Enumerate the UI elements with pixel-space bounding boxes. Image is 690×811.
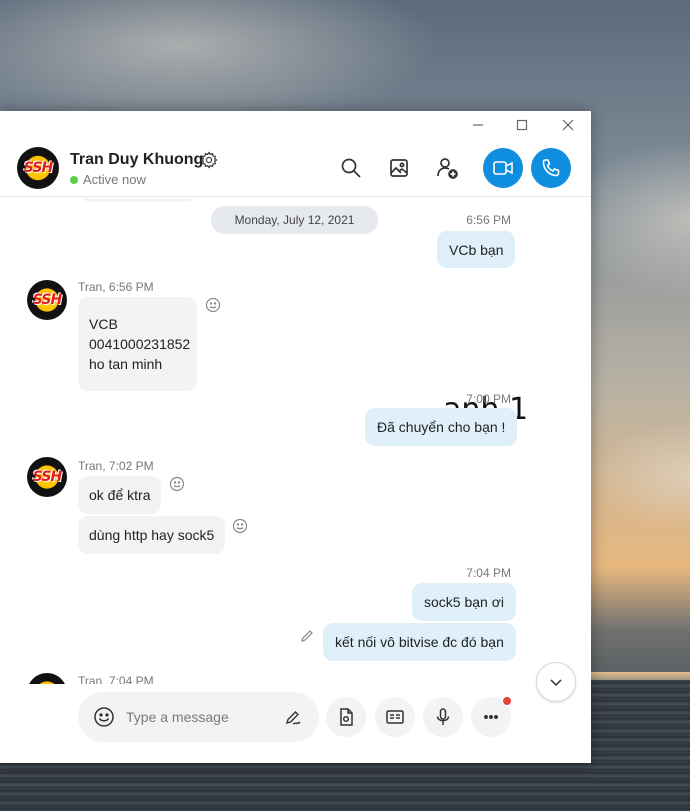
- online-dot-icon: [70, 175, 78, 184]
- incoming-message-bubble[interactable]: ok để ktra: [78, 476, 162, 514]
- notification-dot: [502, 696, 512, 706]
- edit-pencil-icon[interactable]: [299, 628, 315, 644]
- conversation-header: SSH Tran Duy Khuong Active now: [0, 139, 591, 197]
- message-composer: [0, 691, 591, 763]
- add-reaction-icon[interactable]: [169, 476, 185, 492]
- message-line: VCB: [89, 316, 118, 332]
- voice-call-button[interactable]: [531, 148, 571, 188]
- avatar[interactable]: SSH: [17, 147, 59, 189]
- title-bar: [0, 111, 591, 139]
- file-icon: [340, 708, 353, 726]
- message-line: ho tan minh: [89, 356, 163, 372]
- add-reaction-icon[interactable]: [205, 297, 221, 313]
- previous-message-bubble: [80, 198, 196, 202]
- handwriting-icon[interactable]: [283, 707, 303, 732]
- maximize-button[interactable]: [510, 115, 534, 135]
- emoji-icon[interactable]: [93, 706, 115, 733]
- incoming-message-bubble[interactable]: dùng http hay sock5: [78, 516, 226, 554]
- add-person-icon[interactable]: [434, 155, 460, 181]
- avatar-logo-text: SSH: [32, 292, 62, 308]
- contact-name[interactable]: Tran Duy Khuong: [70, 151, 203, 169]
- sender-name-time: Tran, 7:04 PM: [78, 674, 154, 684]
- avatar[interactable]: SSH: [27, 280, 67, 320]
- avatar-logo-text: SSH: [23, 160, 53, 176]
- gallery-icon[interactable]: [386, 155, 412, 181]
- sender-name-time: Tran, 6:56 PM: [78, 280, 154, 294]
- avatar-logo-text: SSH: [27, 673, 67, 684]
- minimize-button[interactable]: [466, 115, 490, 135]
- outgoing-message-bubble[interactable]: kết nối vô bitvise đc đó bạn: [323, 623, 516, 661]
- chat-window: SSH Tran Duy Khuong Active now Monday, J…: [0, 111, 591, 763]
- avatar[interactable]: SSH: [27, 673, 67, 684]
- file-button[interactable]: [326, 697, 366, 737]
- presence-status: Active now: [70, 172, 146, 187]
- outgoing-message-bubble[interactable]: Đã chuyển cho bạn !: [365, 408, 518, 446]
- outgoing-message-bubble[interactable]: sock5 bạn ơi: [412, 583, 517, 621]
- avatar[interactable]: SSH: [27, 457, 67, 497]
- message-input-container[interactable]: [78, 692, 319, 742]
- outgoing-message-bubble[interactable]: VCb bạn: [437, 231, 516, 268]
- add-reaction-icon[interactable]: [232, 518, 248, 534]
- message-timestamp: 7:00 PM: [466, 392, 511, 406]
- message-list[interactable]: Monday, July 12, 2021 6:56 PM VCb bạn SS…: [0, 198, 591, 684]
- gear-icon[interactable]: [200, 151, 218, 174]
- sender-name-time: Tran, 7:02 PM: [78, 459, 154, 473]
- close-button[interactable]: [556, 115, 580, 135]
- message-line: 0041000231852: [89, 336, 191, 352]
- incoming-message-bubble[interactable]: VCB 0041000231852 ho tan minh: [78, 297, 197, 391]
- message-timestamp: 7:04 PM: [466, 566, 511, 580]
- voice-call-icon: [542, 159, 560, 177]
- search-icon[interactable]: [338, 155, 364, 181]
- chevron-down-icon: [550, 679, 562, 687]
- video-call-button[interactable]: [483, 148, 523, 188]
- message-timestamp: 6:56 PM: [466, 213, 511, 227]
- date-separator: Monday, July 12, 2021: [211, 206, 378, 234]
- contact-card-icon: [386, 710, 404, 724]
- video-call-icon: [493, 161, 513, 175]
- contact-card-button[interactable]: [375, 697, 415, 737]
- voice-message-button[interactable]: [423, 697, 463, 737]
- avatar-logo-text: SSH: [32, 469, 62, 485]
- status-text: Active now: [83, 172, 146, 187]
- microphone-icon: [436, 708, 450, 725]
- message-input[interactable]: [126, 706, 276, 728]
- more-options-button[interactable]: [471, 696, 512, 737]
- more-icon: [484, 715, 498, 719]
